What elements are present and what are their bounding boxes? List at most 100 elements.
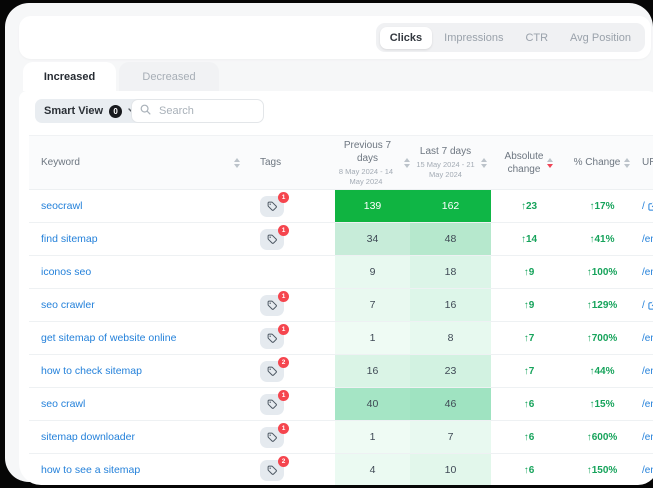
previous-value-cell: 4 (335, 454, 410, 485)
search-input[interactable] (157, 104, 255, 118)
percent-change-cell: ↑15% (567, 388, 637, 420)
url-link[interactable]: /en (642, 432, 653, 443)
keyword-link[interactable]: seocrawl (41, 200, 82, 212)
smart-view-label: Smart View (44, 105, 103, 117)
sort-keyword-icon[interactable] (234, 158, 240, 168)
url-text: / (642, 201, 645, 212)
col-percent-label: % Change (574, 157, 621, 168)
keyword-link[interactable]: sitemap downloader (41, 431, 135, 443)
metric-tab[interactable]: Impressions (434, 27, 513, 49)
metric-tabs: ClicksImpressionsCTRAvg Position (376, 23, 645, 52)
absolute-change-cell: ↑6 (491, 388, 567, 420)
tag-count-badge: 2 (278, 357, 289, 368)
tag-count-badge: 1 (278, 225, 289, 236)
previous-value-cell: 34 (335, 223, 410, 255)
table-row: how to check sitemap 2 16 23 ↑7 ↑44% /en (29, 355, 653, 388)
external-link-icon (648, 202, 653, 211)
keywords-table: Keyword Tags Previous 7 days 8 May 2024 … (29, 135, 653, 485)
absolute-change-cell: ↑9 (491, 289, 567, 321)
previous-value-cell: 9 (335, 256, 410, 288)
sort-absolute-icon-active[interactable] (547, 158, 553, 168)
url-link[interactable]: /en (642, 366, 653, 377)
last-value-cell: 18 (410, 256, 491, 288)
table-body: seocrawl 1 139 162 ↑23 ↑17% / find sitem… (29, 190, 653, 485)
keyword-link[interactable]: seo crawler (41, 299, 95, 311)
keyword-link[interactable]: get sitemap of website online (41, 332, 176, 344)
url-text: /en (642, 234, 653, 245)
keyword-link[interactable]: find sitemap (41, 233, 98, 245)
keyword-link[interactable]: how to check sitemap (41, 365, 142, 377)
top-toolbar: ClicksImpressionsCTRAvg Position (19, 16, 651, 59)
tag-button[interactable]: 2 (260, 460, 284, 481)
metric-tab[interactable]: Clicks (380, 27, 432, 49)
col-previous-dates: 8 May 2024 - 14 May 2024 (335, 167, 397, 187)
tag-button[interactable]: 1 (260, 427, 284, 448)
absolute-change-cell: ↑14 (491, 223, 567, 255)
smart-view-count-badge: 0 (109, 105, 122, 118)
url-text: /en (642, 399, 653, 410)
col-tags-label: Tags (260, 157, 281, 168)
absolute-change-cell: ↑7 (491, 322, 567, 354)
last-value-cell: 10 (410, 454, 491, 485)
url-link[interactable]: /en (642, 234, 653, 245)
tag-button[interactable]: 1 (260, 394, 284, 415)
percent-change-cell: ↑150% (567, 454, 637, 485)
search-icon (140, 102, 151, 120)
table-header: Keyword Tags Previous 7 days 8 May 2024 … (29, 135, 653, 190)
table-row: seocrawl 1 139 162 ↑23 ↑17% / (29, 190, 653, 223)
tag-icon (266, 431, 278, 443)
table-row: find sitemap 1 34 48 ↑14 ↑41% /en (29, 223, 653, 256)
table-row: get sitemap of website online 1 1 8 ↑7 ↑… (29, 322, 653, 355)
sort-percent-icon[interactable] (624, 158, 630, 168)
external-link-icon (648, 301, 653, 310)
tag-count-badge: 1 (278, 192, 289, 203)
url-link[interactable]: / (642, 300, 653, 311)
percent-change-cell: ↑600% (567, 421, 637, 453)
keyword-link[interactable]: seo crawl (41, 398, 85, 410)
col-keyword-label: Keyword (41, 157, 80, 168)
absolute-change-cell: ↑6 (491, 421, 567, 453)
tag-button[interactable]: 1 (260, 229, 284, 250)
table-row: sitemap downloader 1 1 7 ↑6 ↑600% /en (29, 421, 653, 454)
url-link[interactable]: /en (642, 465, 653, 476)
absolute-change-cell: ↑7 (491, 355, 567, 387)
percent-change-cell: ↑44% (567, 355, 637, 387)
tag-count-badge: 1 (278, 423, 289, 434)
last-value-cell: 7 (410, 421, 491, 453)
tab-increased[interactable]: Increased (23, 62, 116, 91)
metric-tab[interactable]: Avg Position (560, 27, 641, 49)
url-text: /en (642, 366, 653, 377)
last-value-cell: 162 (410, 190, 491, 222)
tab-decreased[interactable]: Decreased (119, 62, 219, 91)
last-value-cell: 48 (410, 223, 491, 255)
sort-last-icon[interactable] (481, 158, 487, 168)
table-row: seo crawler 1 7 16 ↑9 ↑129% / (29, 289, 653, 322)
col-last-dates: 15 May 2024 - 21 May 2024 (415, 160, 477, 180)
url-link[interactable]: /em (642, 267, 653, 278)
tab-increased-label: Increased (44, 71, 95, 83)
metric-tab[interactable]: CTR (515, 27, 558, 49)
url-text: / (642, 300, 645, 311)
tag-icon (266, 365, 278, 377)
tag-button[interactable]: 1 (260, 196, 284, 217)
col-url-label: URL (642, 157, 653, 168)
url-link[interactable]: / (642, 201, 653, 212)
previous-value-cell: 139 (335, 190, 410, 222)
percent-change-cell: ↑41% (567, 223, 637, 255)
tag-button[interactable]: 2 (260, 361, 284, 382)
tag-button[interactable]: 1 (260, 295, 284, 316)
percent-change-cell: ↑700% (567, 322, 637, 354)
tag-icon (266, 200, 278, 212)
url-text: /em (642, 267, 653, 278)
last-value-cell: 46 (410, 388, 491, 420)
tag-button[interactable]: 1 (260, 328, 284, 349)
absolute-change-cell: ↑23 (491, 190, 567, 222)
table-row: seo crawl 1 40 46 ↑6 ↑15% /en (29, 388, 653, 421)
keyword-link[interactable]: iconos seo (41, 266, 91, 278)
previous-value-cell: 7 (335, 289, 410, 321)
url-link[interactable]: /en (642, 399, 653, 410)
smart-view-button[interactable]: Smart View 0 (35, 99, 146, 123)
previous-value-cell: 1 (335, 322, 410, 354)
url-link[interactable]: /en (642, 333, 653, 344)
keyword-link[interactable]: how to see a sitemap (41, 464, 140, 476)
